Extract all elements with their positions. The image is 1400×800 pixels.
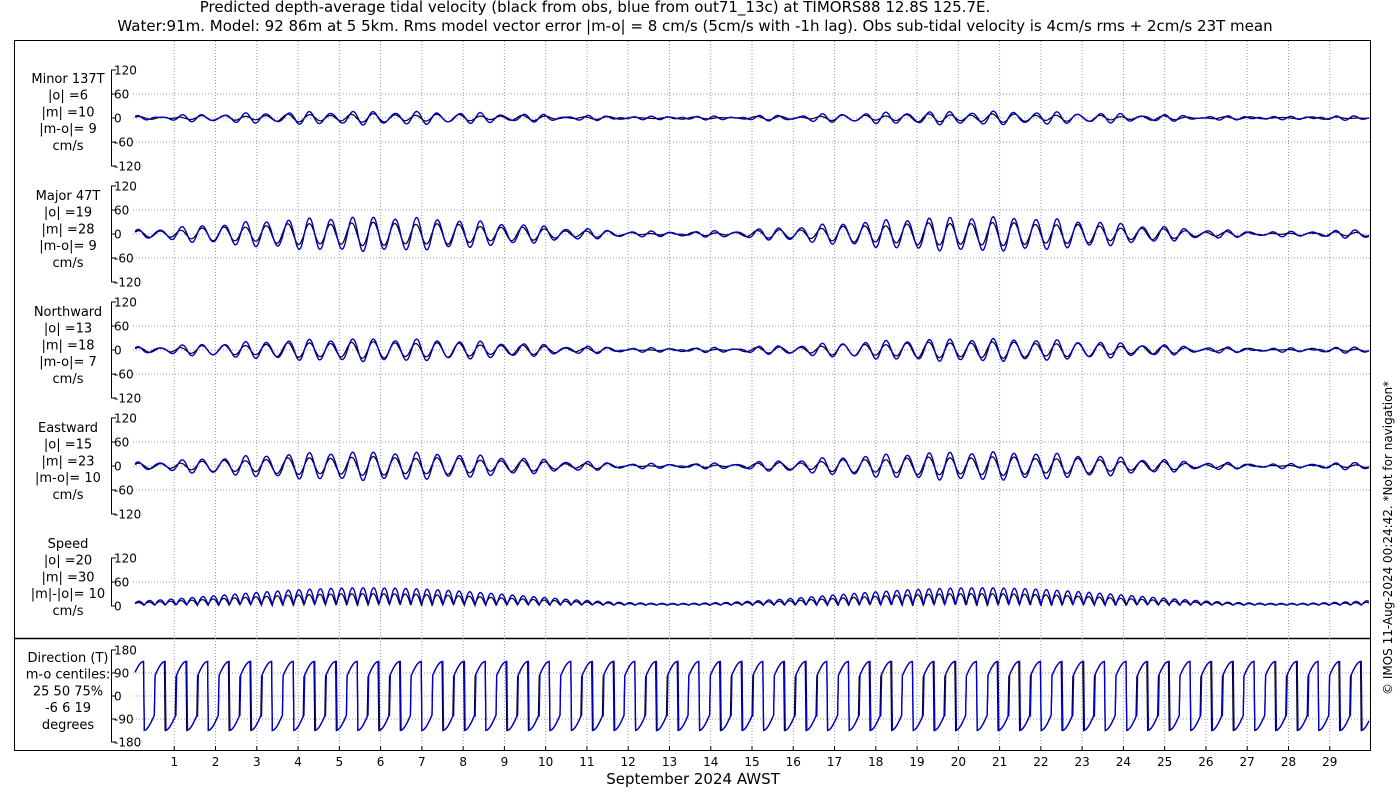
x-tick-label: 8	[459, 755, 467, 769]
x-tick-label: 23	[1074, 755, 1089, 769]
x-tick-label: 13	[662, 755, 677, 769]
panel-label-direction: -6 6 19	[45, 701, 91, 716]
panel-label-speed: Speed	[48, 537, 89, 552]
y-tick-label: 120	[114, 296, 137, 310]
x-tick-label: 19	[909, 755, 924, 769]
panel-label-east: |o| =15	[44, 438, 92, 453]
x-tick-label: 9	[501, 755, 509, 769]
tidal-velocity-figure: Predicted depth-average tidal velocity (…	[0, 0, 1400, 800]
y-tick-label: -120	[114, 276, 141, 290]
y-tick-label: 60	[114, 576, 129, 590]
y-tick-label: -60	[114, 136, 134, 150]
panel-label-major: |m-o|= 9	[39, 239, 97, 254]
panel-label-speed: |m|-|o|= 10	[31, 587, 105, 602]
y-tick-label: -180	[114, 736, 141, 750]
x-tick-label: 28	[1281, 755, 1296, 769]
panel-label-east: cm/s	[53, 488, 84, 503]
x-tick-label: 12	[621, 755, 636, 769]
x-tick-label: 14	[703, 755, 718, 769]
chart-canvas: 1 2 3 4 5 6 7 8 9 10 11 12 13 14 15 16 17 18 19 20 21 22 23 24 2…	[14, 40, 1395, 788]
x-tick-label: 20	[951, 755, 966, 769]
x-tick-label: 17	[827, 755, 842, 769]
y-tick-label: 0	[114, 460, 122, 474]
x-tick-label: 4	[294, 755, 302, 769]
figure-frame	[14, 40, 1371, 751]
y-tick-label: 0	[114, 112, 122, 126]
panel-label-north: cm/s	[53, 372, 84, 387]
y-tick-label: -120	[114, 392, 141, 406]
y-tick-label: 120	[114, 412, 137, 426]
x-tick-label: 27	[1240, 755, 1255, 769]
x-tick-label: 21	[992, 755, 1007, 769]
x-tick-label: 24	[1116, 755, 1131, 769]
panel-label-major: Major 47T	[36, 189, 101, 204]
x-tick-label: 29	[1322, 755, 1337, 769]
y-tick-label: -60	[114, 368, 134, 382]
panel-label-direction: 25 50 75%	[33, 684, 103, 699]
panel-label-north: |m-o|= 7	[39, 355, 97, 370]
y-tick-label: 90	[114, 667, 129, 681]
y-tick-label: 0	[114, 690, 122, 704]
panel-label-east: |m-o|= 10	[35, 471, 101, 486]
y-tick-label: 180	[114, 644, 137, 658]
panel-label-minor: cm/s	[53, 139, 84, 154]
panel-label-north: |o| =13	[44, 322, 92, 337]
panel-label-east: Eastward	[38, 421, 98, 436]
panel-label-minor: |o| =6	[48, 89, 88, 104]
panel-label-minor: |m| =10	[42, 105, 95, 120]
x-tick-label: 6	[377, 755, 385, 769]
y-tick-label: 60	[114, 204, 129, 218]
panel-label-direction: m-o centiles:	[26, 668, 111, 683]
panel-label-direction: degrees	[42, 718, 95, 733]
panel-label-speed: |o| =20	[44, 554, 92, 569]
y-tick-label: 120	[114, 180, 137, 194]
panel-label-north: |m| =18	[42, 338, 95, 353]
x-tick-label: 7	[418, 755, 426, 769]
x-axis-label: September 2024 AWST	[606, 770, 780, 788]
x-tick-label: 11	[579, 755, 594, 769]
y-tick-label: 120	[114, 552, 137, 566]
panel-label-major: |m| =28	[42, 222, 95, 237]
panel-label-minor: Minor 137T	[31, 72, 104, 87]
panel-label-minor: |m-o|= 9	[39, 122, 97, 137]
y-tick-label: 0	[114, 344, 122, 358]
x-tick-label: 25	[1157, 755, 1172, 769]
y-tick-label: 60	[114, 320, 129, 334]
x-tick-label: 2	[212, 755, 220, 769]
x-tick-label: 16	[786, 755, 801, 769]
panel-label-direction: Direction (T)	[28, 651, 109, 666]
y-tick-label: 120	[114, 64, 137, 78]
x-tick-label: 10	[538, 755, 553, 769]
y-tick-label: -120	[114, 508, 141, 522]
panel-label-major: |o| =19	[44, 206, 92, 221]
x-tick-label: 18	[868, 755, 883, 769]
y-tick-label: -90	[114, 713, 134, 727]
panel-label-east: |m| =23	[42, 454, 95, 469]
panel-label-speed: cm/s	[53, 604, 84, 619]
y-tick-label: 60	[114, 88, 129, 102]
x-tick-label: 22	[1033, 755, 1048, 769]
x-tick-label: 1	[170, 755, 178, 769]
y-tick-label: 0	[114, 228, 122, 242]
panel-label-north: Northward	[34, 305, 102, 320]
panel-label-speed: |m| =30	[42, 570, 95, 585]
y-tick-label: 0	[114, 600, 122, 614]
x-tick-label: 5	[336, 755, 344, 769]
y-tick-label: 60	[114, 436, 129, 450]
y-tick-label: -60	[114, 484, 134, 498]
y-tick-label: -60	[114, 252, 134, 266]
panel-label-major: cm/s	[53, 256, 84, 271]
y-tick-label: -120	[114, 160, 141, 174]
x-tick-label: 26	[1198, 755, 1213, 769]
copyright-note: © IMOS 11-Aug-2024 00:24:42. *Not for na…	[1381, 381, 1395, 695]
x-tick-label: 3	[253, 755, 261, 769]
x-tick-label: 15	[744, 755, 759, 769]
